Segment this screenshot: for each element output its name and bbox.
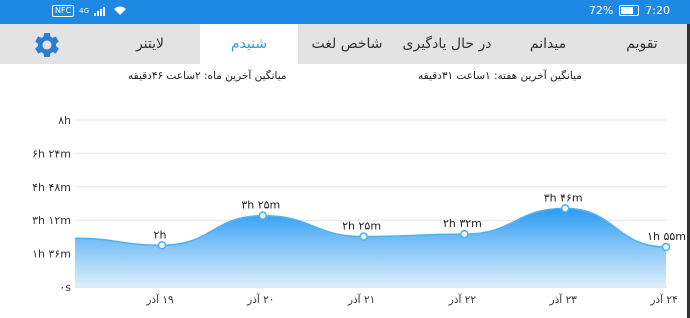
status-icons-left: NFC 4G: [52, 5, 127, 17]
x-tick-label: ۲۲ آذر: [448, 293, 477, 306]
data-label: ۲h: [154, 228, 167, 241]
y-tick-label: ۶h ۲۴m: [32, 147, 71, 160]
clock: 7:20: [645, 4, 670, 17]
y-tick-label: ۴h ۴۸m: [32, 181, 71, 194]
data-label: ۳h ۴۶m: [544, 191, 583, 204]
battery-icon: [619, 5, 640, 16]
tab-bar: تقویم میدانم در حال یادگیری شاخص لغت شنی…: [0, 24, 690, 64]
x-tick-label: ۲۳ آذر: [549, 293, 578, 306]
x-tick-label: ۲۱ آذر: [347, 293, 375, 306]
x-tick-label: ۱۹ آذر: [145, 293, 174, 306]
signal-icon: [94, 7, 106, 16]
tab-word-index[interactable]: شاخص لغت: [298, 24, 396, 64]
tab-leitner[interactable]: لایتنر: [100, 24, 200, 64]
data-label: ۳h ۲۵m: [241, 199, 280, 212]
data-point: [157, 241, 167, 250]
data-point: [258, 211, 268, 220]
data-label: ۲h ۲۵m: [342, 220, 381, 233]
x-tick-label: ۲۰ آذر: [246, 293, 274, 306]
y-tick-label: ۰s: [59, 281, 71, 294]
average-last-month: میانگین آخرین ماه: ۲ساعت ۴۶دقیقه: [128, 70, 287, 82]
tab-learning[interactable]: در حال یادگیری: [396, 24, 498, 64]
y-tick-label: ۱h ۳۶m: [32, 248, 71, 261]
data-point: [359, 232, 368, 241]
battery-percent: 72%: [588, 4, 614, 17]
data-label: ۱h ۵۵m: [647, 230, 686, 243]
data-point: [661, 242, 671, 252]
data-point: [460, 229, 469, 239]
battery-fill: [621, 7, 634, 14]
nfc-icon: NFC: [52, 5, 75, 17]
tab-heard[interactable]: شنیدم: [200, 24, 298, 64]
usage-chart: ۰s ۱h ۳۶m ۳h ۱۲m ۴h ۴۸m ۶h ۲۴m ۸h ۱۹ آذر ۲۰ آذر…: [32, 114, 686, 306]
tab-calendar[interactable]: تقویم: [598, 24, 686, 64]
y-tick-label: ۳h ۱۲m: [32, 214, 71, 227]
data-point: [560, 204, 570, 213]
data-label: ۲h ۳۲m: [443, 217, 482, 230]
average-last-week: میانگین آخرین هفته: ۱ساعت ۳۱دقیقه: [418, 70, 582, 82]
y-tick-label: ۸h: [58, 114, 71, 127]
wifi-icon: [114, 6, 127, 15]
status-bar: NFC 4G 72% 7:20: [0, 0, 690, 24]
status-icons-right: 72% 7:20: [589, 4, 670, 17]
gear-icon[interactable]: [32, 30, 62, 60]
tab-known[interactable]: میدانم: [498, 24, 598, 64]
sim-4g-icon: 4G: [79, 7, 90, 15]
x-tick-label: ۲۴ آذر: [649, 293, 677, 306]
